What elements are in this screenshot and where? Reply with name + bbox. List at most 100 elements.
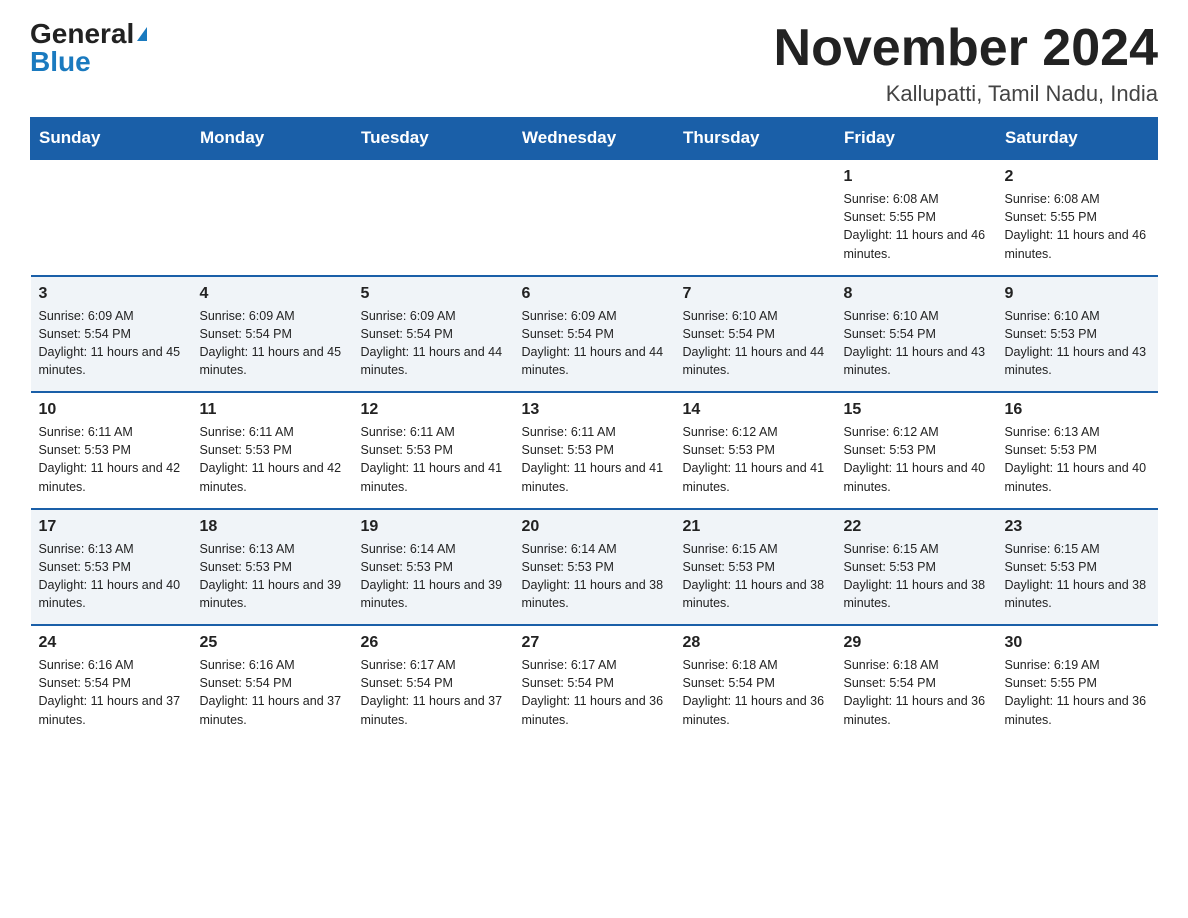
calendar-cell: 17 Sunrise: 6:13 AM Sunset: 5:53 PM Dayli… <box>31 509 192 626</box>
day-number: 13 <box>522 401 667 419</box>
calendar-cell: 1 Sunrise: 6:08 AM Sunset: 5:55 PM Daylig… <box>836 159 997 276</box>
calendar-table: SundayMondayTuesdayWednesdayThursdayFrid… <box>30 117 1158 741</box>
calendar-cell: 24 Sunrise: 6:16 AM Sunset: 5:54 PM Dayli… <box>31 625 192 741</box>
calendar-cell: 22Sunrise: 6:15 AM Sunset: 5:53 PM Dayli… <box>836 509 997 626</box>
day-number: 9 <box>1005 285 1150 303</box>
day-number: 18 <box>200 518 345 536</box>
day-info: Sunrise: 6:16 AM Sunset: 5:54 PM Dayligh… <box>200 656 345 729</box>
calendar-cell <box>192 159 353 276</box>
calendar-header-row: SundayMondayTuesdayWednesdayThursdayFrid… <box>31 118 1158 160</box>
calendar-cell: 16 Sunrise: 6:13 AM Sunset: 5:53 PM Dayli… <box>997 392 1158 509</box>
calendar-header-friday: Friday <box>836 118 997 160</box>
day-number: 25 <box>200 634 345 652</box>
day-info: Sunrise: 6:09 AM Sunset: 5:54 PM Dayligh… <box>200 307 345 380</box>
calendar-cell: 12 Sunrise: 6:11 AM Sunset: 5:53 PM Dayli… <box>353 392 514 509</box>
logo-general-text: General <box>30 20 134 48</box>
calendar-cell: 14 Sunrise: 6:12 AM Sunset: 5:53 PM Dayli… <box>675 392 836 509</box>
month-title: November 2024 <box>774 20 1158 77</box>
title-block: November 2024 Kallupatti, Tamil Nadu, In… <box>774 20 1158 107</box>
day-number: 5 <box>361 285 506 303</box>
calendar-cell: 7 Sunrise: 6:10 AM Sunset: 5:54 PM Daylig… <box>675 276 836 393</box>
day-info: Sunrise: 6:13 AM Sunset: 5:53 PM Dayligh… <box>200 540 345 613</box>
day-number: 23 <box>1005 518 1150 536</box>
day-info: Sunrise: 6:11 AM Sunset: 5:53 PM Dayligh… <box>39 423 184 496</box>
day-number: 17 <box>39 518 184 536</box>
calendar-cell: 5 Sunrise: 6:09 AM Sunset: 5:54 PM Daylig… <box>353 276 514 393</box>
day-number: 24 <box>39 634 184 652</box>
day-number: 8 <box>844 285 989 303</box>
calendar-header-sunday: Sunday <box>31 118 192 160</box>
logo: General Blue <box>30 20 147 76</box>
day-number: 11 <box>200 401 345 419</box>
calendar-cell: 23 Sunrise: 6:15 AM Sunset: 5:53 PM Dayli… <box>997 509 1158 626</box>
day-info: Sunrise: 6:11 AM Sunset: 5:53 PM Dayligh… <box>200 423 345 496</box>
calendar-cell: 4 Sunrise: 6:09 AM Sunset: 5:54 PM Daylig… <box>192 276 353 393</box>
calendar-cell: 6 Sunrise: 6:09 AM Sunset: 5:54 PM Daylig… <box>514 276 675 393</box>
calendar-week-row: 3 Sunrise: 6:09 AM Sunset: 5:54 PM Daylig… <box>31 276 1158 393</box>
calendar-cell: 9 Sunrise: 6:10 AM Sunset: 5:53 PM Daylig… <box>997 276 1158 393</box>
day-number: 27 <box>522 634 667 652</box>
day-info: Sunrise: 6:09 AM Sunset: 5:54 PM Dayligh… <box>522 307 667 380</box>
day-info: Sunrise: 6:11 AM Sunset: 5:53 PM Dayligh… <box>361 423 506 496</box>
day-number: 4 <box>200 285 345 303</box>
day-info: Sunrise: 6:09 AM Sunset: 5:54 PM Dayligh… <box>361 307 506 380</box>
day-info: Sunrise: 6:13 AM Sunset: 5:53 PM Dayligh… <box>1005 423 1150 496</box>
calendar-header-thursday: Thursday <box>675 118 836 160</box>
day-number: 3 <box>39 285 184 303</box>
logo-blue-text: Blue <box>30 48 91 76</box>
day-info: Sunrise: 6:11 AM Sunset: 5:53 PM Dayligh… <box>522 423 667 496</box>
day-info: Sunrise: 6:12 AM Sunset: 5:53 PM Dayligh… <box>844 423 989 496</box>
calendar-cell: 11 Sunrise: 6:11 AM Sunset: 5:53 PM Dayli… <box>192 392 353 509</box>
calendar-cell: 26Sunrise: 6:17 AM Sunset: 5:54 PM Dayli… <box>353 625 514 741</box>
day-info: Sunrise: 6:18 AM Sunset: 5:54 PM Dayligh… <box>844 656 989 729</box>
calendar-cell: 30Sunrise: 6:19 AM Sunset: 5:55 PM Dayli… <box>997 625 1158 741</box>
calendar-header-saturday: Saturday <box>997 118 1158 160</box>
calendar-week-row: 24 Sunrise: 6:16 AM Sunset: 5:54 PM Dayli… <box>31 625 1158 741</box>
day-number: 1 <box>844 168 989 186</box>
day-number: 12 <box>361 401 506 419</box>
calendar-cell: 27 Sunrise: 6:17 AM Sunset: 5:54 PM Dayli… <box>514 625 675 741</box>
calendar-week-row: 17 Sunrise: 6:13 AM Sunset: 5:53 PM Dayli… <box>31 509 1158 626</box>
calendar-cell: 15Sunrise: 6:12 AM Sunset: 5:53 PM Dayli… <box>836 392 997 509</box>
calendar-cell: 20Sunrise: 6:14 AM Sunset: 5:53 PM Dayli… <box>514 509 675 626</box>
page-header: General Blue November 2024 Kallupatti, T… <box>30 20 1158 107</box>
calendar-week-row: 1 Sunrise: 6:08 AM Sunset: 5:55 PM Daylig… <box>31 159 1158 276</box>
day-info: Sunrise: 6:17 AM Sunset: 5:54 PM Dayligh… <box>361 656 506 729</box>
calendar-header-wednesday: Wednesday <box>514 118 675 160</box>
calendar-cell: 3Sunrise: 6:09 AM Sunset: 5:54 PM Daylig… <box>31 276 192 393</box>
day-info: Sunrise: 6:13 AM Sunset: 5:53 PM Dayligh… <box>39 540 184 613</box>
day-info: Sunrise: 6:14 AM Sunset: 5:53 PM Dayligh… <box>522 540 667 613</box>
day-info: Sunrise: 6:08 AM Sunset: 5:55 PM Dayligh… <box>844 190 989 263</box>
calendar-cell: 25 Sunrise: 6:16 AM Sunset: 5:54 PM Dayli… <box>192 625 353 741</box>
day-number: 10 <box>39 401 184 419</box>
day-info: Sunrise: 6:15 AM Sunset: 5:53 PM Dayligh… <box>844 540 989 613</box>
location-title: Kallupatti, Tamil Nadu, India <box>774 81 1158 107</box>
logo-triangle-icon <box>137 27 147 41</box>
calendar-cell <box>31 159 192 276</box>
day-info: Sunrise: 6:15 AM Sunset: 5:53 PM Dayligh… <box>683 540 828 613</box>
day-number: 19 <box>361 518 506 536</box>
day-info: Sunrise: 6:16 AM Sunset: 5:54 PM Dayligh… <box>39 656 184 729</box>
day-info: Sunrise: 6:08 AM Sunset: 5:55 PM Dayligh… <box>1005 190 1150 263</box>
day-info: Sunrise: 6:15 AM Sunset: 5:53 PM Dayligh… <box>1005 540 1150 613</box>
day-info: Sunrise: 6:17 AM Sunset: 5:54 PM Dayligh… <box>522 656 667 729</box>
day-number: 7 <box>683 285 828 303</box>
day-number: 29 <box>844 634 989 652</box>
calendar-cell: 19 Sunrise: 6:14 AM Sunset: 5:53 PM Dayli… <box>353 509 514 626</box>
calendar-cell: 29 Sunrise: 6:18 AM Sunset: 5:54 PM Dayli… <box>836 625 997 741</box>
calendar-week-row: 10 Sunrise: 6:11 AM Sunset: 5:53 PM Dayli… <box>31 392 1158 509</box>
calendar-cell <box>514 159 675 276</box>
day-number: 21 <box>683 518 828 536</box>
day-number: 14 <box>683 401 828 419</box>
day-info: Sunrise: 6:14 AM Sunset: 5:53 PM Dayligh… <box>361 540 506 613</box>
day-info: Sunrise: 6:18 AM Sunset: 5:54 PM Dayligh… <box>683 656 828 729</box>
calendar-cell: 21 Sunrise: 6:15 AM Sunset: 5:53 PM Dayli… <box>675 509 836 626</box>
day-info: Sunrise: 6:10 AM Sunset: 5:54 PM Dayligh… <box>683 307 828 380</box>
day-info: Sunrise: 6:10 AM Sunset: 5:54 PM Dayligh… <box>844 307 989 380</box>
calendar-cell: 28Sunrise: 6:18 AM Sunset: 5:54 PM Dayli… <box>675 625 836 741</box>
day-number: 6 <box>522 285 667 303</box>
day-info: Sunrise: 6:10 AM Sunset: 5:53 PM Dayligh… <box>1005 307 1150 380</box>
day-number: 2 <box>1005 168 1150 186</box>
day-number: 16 <box>1005 401 1150 419</box>
day-info: Sunrise: 6:12 AM Sunset: 5:53 PM Dayligh… <box>683 423 828 496</box>
